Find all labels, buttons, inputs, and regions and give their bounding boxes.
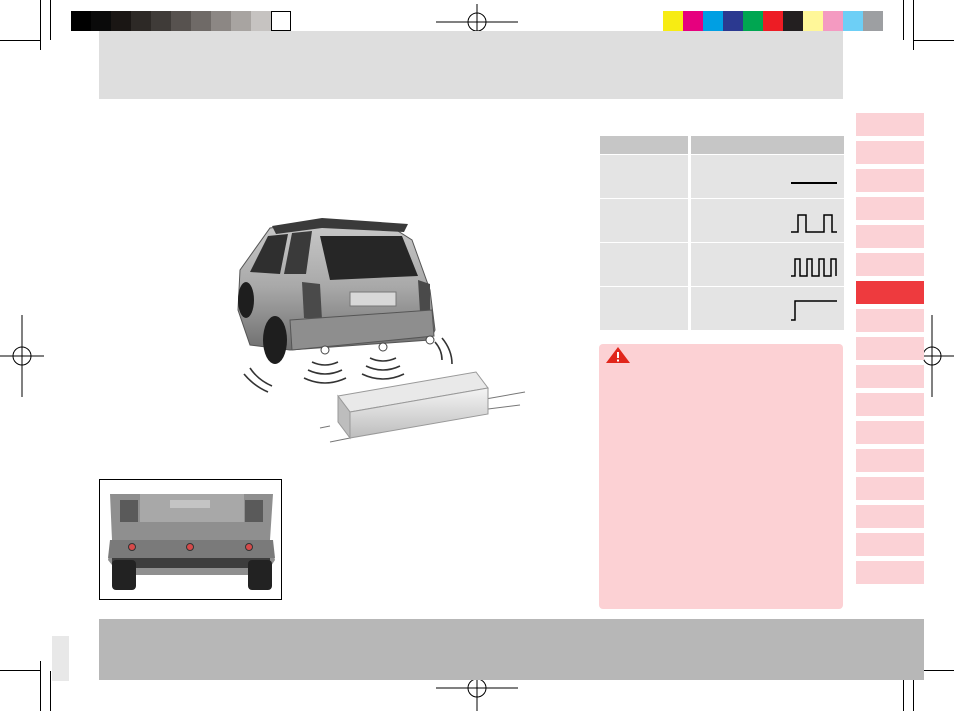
color-swatch bbox=[703, 11, 723, 31]
color-swatch bbox=[803, 11, 823, 31]
chapter-tab[interactable] bbox=[856, 253, 924, 276]
chapter-tab[interactable] bbox=[856, 113, 924, 136]
color-swatch bbox=[91, 11, 111, 31]
table-cell bbox=[691, 243, 844, 286]
page-number-tab bbox=[52, 636, 69, 681]
header-cell bbox=[600, 136, 688, 154]
warning-box bbox=[599, 344, 843, 609]
chapter-tab[interactable] bbox=[856, 449, 924, 472]
chapter-tab[interactable] bbox=[856, 477, 924, 500]
chapter-tab[interactable] bbox=[856, 505, 924, 528]
chapter-tab[interactable] bbox=[856, 393, 924, 416]
page-header-band bbox=[99, 31, 843, 99]
chapter-tab[interactable] bbox=[856, 421, 924, 444]
rear-bumper-inset bbox=[99, 479, 282, 600]
chapter-tab[interactable] bbox=[856, 365, 924, 388]
table-cell bbox=[691, 155, 844, 198]
rear-parking-sensor-car-icon bbox=[237, 218, 526, 443]
color-swatch bbox=[743, 11, 763, 31]
color-swatch bbox=[251, 11, 271, 31]
crop-mark bbox=[50, 0, 51, 40]
color-swatch bbox=[211, 11, 231, 31]
crop-mark bbox=[903, 0, 904, 40]
color-swatch bbox=[843, 11, 863, 31]
color-swatch bbox=[71, 11, 91, 31]
chapter-tab[interactable] bbox=[856, 169, 924, 192]
table-row bbox=[600, 155, 844, 198]
color-swatch bbox=[663, 11, 683, 31]
crop-mark bbox=[40, 0, 41, 50]
table-row bbox=[600, 199, 844, 242]
chapter-tab[interactable] bbox=[856, 533, 924, 556]
chapter-tab[interactable] bbox=[856, 337, 924, 360]
table-cell bbox=[600, 287, 688, 330]
table-row bbox=[600, 243, 844, 286]
step-signal-icon bbox=[791, 300, 837, 321]
color-swatch bbox=[783, 11, 803, 31]
color-swatch bbox=[171, 11, 191, 31]
crop-mark bbox=[0, 670, 40, 671]
gray-color-bar bbox=[71, 11, 291, 31]
process-color-bar bbox=[663, 11, 883, 31]
color-swatch bbox=[863, 11, 883, 31]
color-swatch bbox=[191, 11, 211, 31]
chapter-tab-active[interactable] bbox=[856, 281, 924, 304]
slow-pulse-signal-icon bbox=[791, 214, 837, 233]
chapter-tab[interactable] bbox=[856, 309, 924, 332]
color-swatch bbox=[131, 11, 151, 31]
table-cell bbox=[600, 155, 688, 198]
table-row bbox=[600, 287, 844, 330]
continuous-signal-icon bbox=[791, 182, 837, 184]
chapter-tab[interactable] bbox=[856, 141, 924, 164]
color-swatch bbox=[823, 11, 843, 31]
color-swatch bbox=[231, 11, 251, 31]
crop-mark bbox=[914, 40, 954, 41]
crop-mark bbox=[50, 671, 51, 711]
color-swatch bbox=[151, 11, 171, 31]
page-footer-band bbox=[99, 619, 924, 680]
color-swatch bbox=[271, 11, 291, 31]
chapter-tab[interactable] bbox=[856, 197, 924, 220]
chapter-tab[interactable] bbox=[856, 561, 924, 584]
crop-mark bbox=[913, 0, 914, 50]
header-cell bbox=[691, 136, 844, 154]
color-swatch bbox=[111, 11, 131, 31]
warning-triangle-icon bbox=[606, 347, 630, 363]
buzzer-signal-table bbox=[600, 136, 844, 331]
crop-mark bbox=[0, 40, 40, 41]
rear-bumper-sensors-icon bbox=[100, 480, 281, 599]
table-cell bbox=[600, 199, 688, 242]
fast-pulse-signal-icon bbox=[791, 258, 837, 277]
chapter-tabs bbox=[856, 113, 924, 589]
chapter-tab[interactable] bbox=[856, 225, 924, 248]
crop-mark bbox=[40, 661, 41, 711]
table-cell bbox=[691, 199, 844, 242]
table-cell bbox=[600, 243, 688, 286]
color-swatch bbox=[683, 11, 703, 31]
table-cell bbox=[691, 287, 844, 330]
color-swatch bbox=[763, 11, 783, 31]
table-header bbox=[600, 136, 844, 154]
registration-mark-icon bbox=[0, 315, 44, 397]
color-swatch bbox=[723, 11, 743, 31]
